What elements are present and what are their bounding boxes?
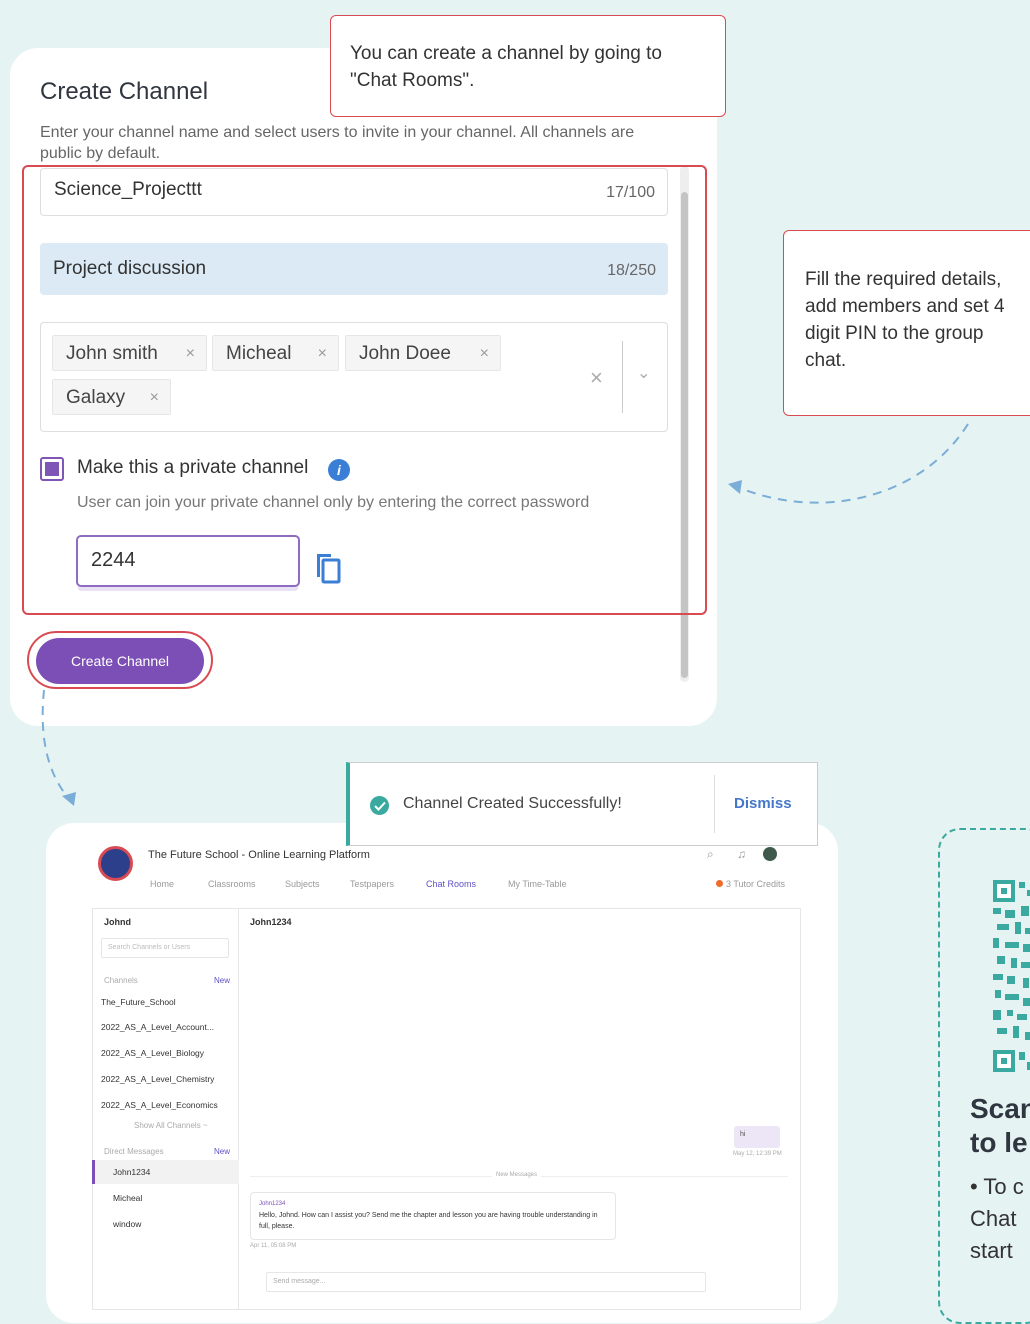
qr-code-icon xyxy=(993,880,1030,1072)
nav-chat-rooms[interactable]: Chat Rooms xyxy=(426,879,476,889)
nav-subjects[interactable]: Subjects xyxy=(285,879,320,889)
school-logo xyxy=(98,846,133,881)
tutor-credits: 3 Tutor Credits xyxy=(716,879,785,889)
sent-message: hi xyxy=(734,1126,780,1148)
qr-instructions: • To c Chat start xyxy=(970,1174,1024,1263)
new-dm-button[interactable]: New xyxy=(214,1147,230,1156)
platform-title: The Future School - Online Learning Plat… xyxy=(148,849,370,861)
dm-item[interactable]: John1234 xyxy=(113,1167,150,1177)
channel-item[interactable]: 2022_AS_A_Level_Chemistry xyxy=(101,1074,214,1084)
dismiss-button[interactable]: Dismiss xyxy=(734,795,792,812)
message-text: Hello, Johnd. How can I assist you? Send… xyxy=(259,1212,598,1230)
dm-item[interactable]: Micheal xyxy=(113,1193,142,1203)
nav-testpapers[interactable]: Testpapers xyxy=(350,879,394,889)
dm-item[interactable]: window xyxy=(113,1219,141,1229)
credit-dot xyxy=(716,880,723,887)
success-toast: Channel Created Successfully! Dismiss xyxy=(346,762,818,846)
channel-item[interactable]: 2022_AS_A_Level_Account... xyxy=(101,1022,214,1032)
avatar[interactable] xyxy=(763,847,777,861)
toast-message: Channel Created Successfully! xyxy=(403,795,622,812)
channel-item[interactable]: 2022_AS_A_Level_Economics xyxy=(101,1100,218,1110)
channel-item[interactable]: The_Future_School xyxy=(101,997,176,1007)
nav-time-table[interactable]: My Time-Table xyxy=(508,879,567,889)
message-sender: John1234 xyxy=(259,1201,286,1207)
new-channel-button[interactable]: New xyxy=(214,976,230,985)
bell-icon[interactable]: ♫ xyxy=(737,847,746,861)
search-icon[interactable]: ⌕ xyxy=(707,847,714,862)
direct-messages-label: Direct Messages xyxy=(104,1147,164,1156)
nav-home[interactable]: Home xyxy=(150,879,174,889)
channels-label: Channels xyxy=(104,976,138,985)
new-messages-label: New Messages xyxy=(492,1172,542,1178)
search-channels-input[interactable]: Search Channels or Users xyxy=(101,938,229,958)
nav-classrooms[interactable]: Classrooms xyxy=(208,879,256,889)
current-user: Johnd xyxy=(104,917,131,927)
toast-separator xyxy=(714,775,715,833)
qr-heading: Scan to le xyxy=(970,1093,1030,1158)
show-all-channels[interactable]: Show All Channels ~ xyxy=(134,1121,208,1130)
sent-message-time: May 12, 12:39 PM xyxy=(733,1151,782,1157)
received-message: John1234 Hello, Johnd. How can I assist … xyxy=(250,1192,616,1240)
received-message-time: Apr 11, 05:08 PM xyxy=(250,1243,297,1249)
send-message-input[interactable]: Send message... xyxy=(266,1272,706,1292)
channel-item[interactable]: 2022_AS_A_Level_Biology xyxy=(101,1048,204,1058)
chat-header: John1234 xyxy=(250,917,292,927)
check-icon xyxy=(374,801,386,811)
